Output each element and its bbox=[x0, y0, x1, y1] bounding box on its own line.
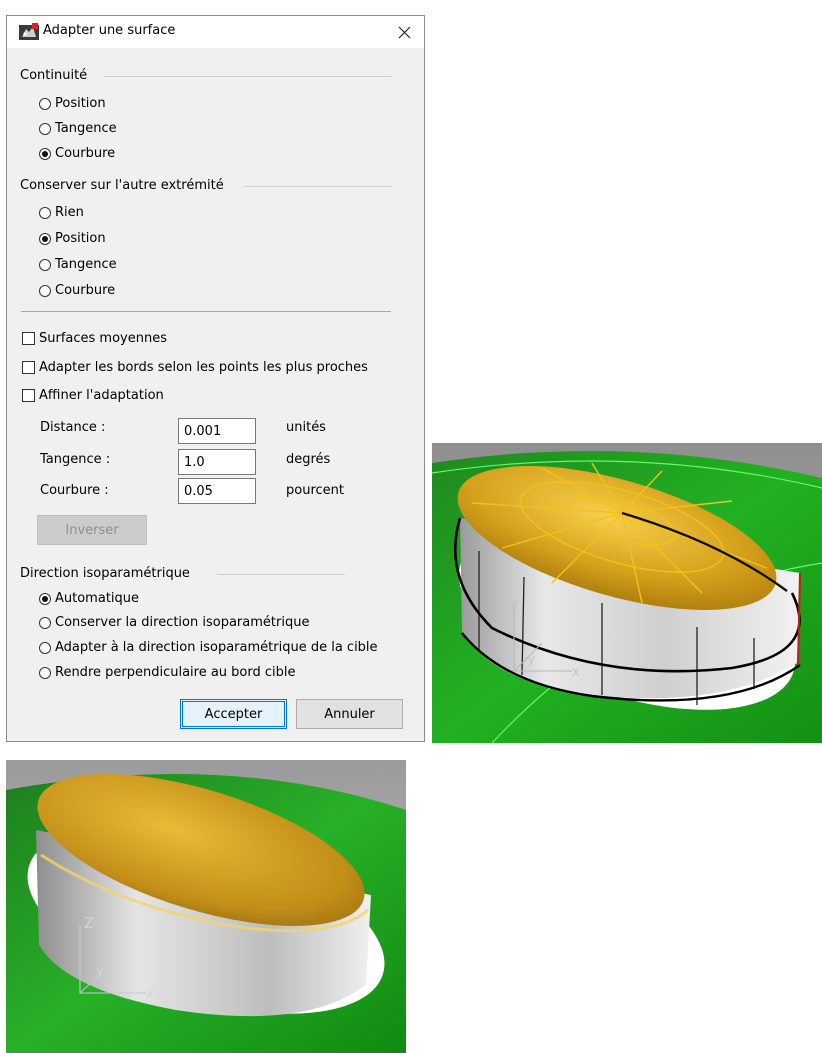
radio-label: Rendre perpendiculaire au bord cible bbox=[55, 665, 296, 680]
radio-label: Tangence bbox=[55, 257, 117, 272]
continuity-radio-curvature[interactable]: Courbure bbox=[39, 146, 115, 161]
title-bar[interactable]: Adapter une surface bbox=[7, 16, 424, 48]
adapt-surface-dialog: Adapter une surface Continuité Position … bbox=[6, 15, 425, 742]
invert-button[interactable]: Inverser bbox=[37, 515, 147, 545]
close-icon bbox=[398, 26, 410, 38]
continuity-radio-tangency[interactable]: Tangence bbox=[39, 121, 117, 136]
isocurve-radio-perpendicular[interactable]: Rendre perpendiculaire au bord cible bbox=[39, 665, 296, 680]
isocurve-radio-preserve[interactable]: Conserver la direction isoparamétrique bbox=[39, 615, 309, 630]
group-divider bbox=[217, 574, 345, 575]
radio-button bbox=[39, 97, 51, 110]
axis-label-z: Z bbox=[84, 916, 94, 932]
radio-label: Rien bbox=[55, 205, 84, 220]
checkbox-average-surfaces[interactable]: Surfaces moyennes bbox=[22, 331, 167, 346]
isocurve-radio-automatic[interactable]: Automatique bbox=[39, 591, 139, 606]
checkbox bbox=[22, 361, 35, 374]
tangency-unit: degrés bbox=[286, 452, 331, 467]
viewport-render: Z y x bbox=[6, 760, 406, 1053]
isocurve-radio-match-target[interactable]: Adapter à la direction isoparamétrique d… bbox=[39, 640, 378, 655]
curvature-unit: pourcent bbox=[286, 483, 344, 498]
radio-button bbox=[39, 641, 51, 654]
axis-label-y: y bbox=[528, 652, 535, 666]
dialog-title: Adapter une surface bbox=[43, 23, 176, 38]
radio-button bbox=[39, 122, 51, 135]
radio-label: Position bbox=[55, 231, 106, 246]
axis-label-y: y bbox=[96, 964, 104, 979]
checkbox-label: Affiner l'adaptation bbox=[39, 388, 164, 403]
preserve-radio-none[interactable]: Rien bbox=[39, 205, 84, 220]
radio-button bbox=[39, 206, 51, 219]
preserve-radio-position[interactable]: Position bbox=[39, 231, 106, 246]
tangency-label: Tangence : bbox=[40, 452, 111, 467]
checkbox bbox=[22, 389, 35, 402]
radio-button bbox=[39, 666, 51, 679]
isocurve-group-label: Direction isoparamétrique bbox=[20, 566, 190, 581]
continuity-group-label: Continuité bbox=[20, 68, 88, 83]
group-divider bbox=[103, 76, 391, 77]
axis-label-z: Z bbox=[510, 600, 519, 615]
rhino-icon bbox=[19, 23, 39, 40]
cancel-button[interactable]: Annuler bbox=[296, 699, 403, 729]
radio-label: Automatique bbox=[55, 591, 140, 606]
viewport-render: Z y x bbox=[432, 443, 822, 743]
radio-label: Adapter à la direction isoparamétrique d… bbox=[55, 640, 378, 655]
section-separator bbox=[21, 311, 391, 312]
checkbox bbox=[22, 332, 35, 345]
radio-label: Position bbox=[55, 96, 106, 111]
curvature-label: Courbure : bbox=[40, 483, 109, 498]
checkbox-refine-match[interactable]: Affiner l'adaptation bbox=[22, 388, 164, 403]
continuity-radio-position[interactable]: Position bbox=[39, 96, 106, 111]
viewport-isocurves[interactable]: Z y x bbox=[432, 443, 822, 743]
distance-input[interactable] bbox=[178, 418, 256, 444]
radio-label: Courbure bbox=[55, 283, 116, 298]
radio-button-selected bbox=[39, 147, 51, 160]
radio-label: Tangence bbox=[55, 121, 117, 136]
close-button[interactable] bbox=[384, 16, 424, 48]
group-divider bbox=[243, 186, 391, 187]
radio-label: Courbure bbox=[55, 146, 116, 161]
distance-label: Distance : bbox=[40, 420, 106, 435]
preserve-radio-tangency[interactable]: Tangence bbox=[39, 257, 117, 272]
radio-button-selected bbox=[39, 592, 51, 605]
radio-label: Conserver la direction isoparamétrique bbox=[55, 615, 310, 630]
distance-unit: unités bbox=[286, 420, 326, 435]
preserve-radio-curvature[interactable]: Courbure bbox=[39, 283, 115, 298]
preserve-group-label: Conserver sur l'autre extrémité bbox=[20, 178, 224, 193]
checkbox-match-edges-closest[interactable]: Adapter les bords selon les points les p… bbox=[22, 360, 368, 375]
radio-button bbox=[39, 284, 51, 297]
radio-button-selected bbox=[39, 232, 51, 245]
tangency-input[interactable] bbox=[178, 449, 256, 475]
axis-label-x: x bbox=[146, 986, 154, 1002]
viewport-rendered[interactable]: Z y x bbox=[6, 760, 406, 1053]
radio-button bbox=[39, 258, 51, 271]
curvature-input[interactable] bbox=[178, 478, 256, 504]
accept-button[interactable]: Accepter bbox=[180, 699, 287, 729]
axis-label-x: x bbox=[572, 665, 580, 680]
radio-button bbox=[39, 616, 51, 629]
checkbox-label: Surfaces moyennes bbox=[39, 331, 167, 346]
checkbox-label: Adapter les bords selon les points les p… bbox=[39, 360, 368, 375]
